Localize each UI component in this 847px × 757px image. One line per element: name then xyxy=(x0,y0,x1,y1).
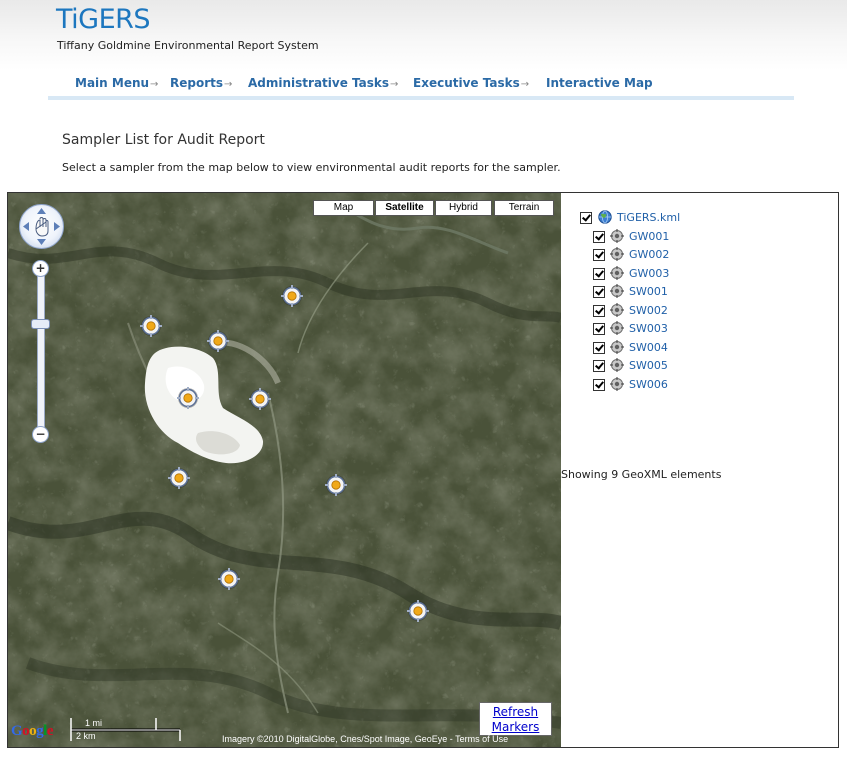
placemark-icon xyxy=(610,284,624,298)
zoom-in-button[interactable]: + xyxy=(32,260,49,277)
tree-root-label[interactable]: TiGERS.kml xyxy=(617,211,680,224)
pan-arrows-icon xyxy=(23,208,60,245)
zoom-slider-thumb[interactable] xyxy=(31,319,50,329)
sampler-marker[interactable] xyxy=(206,329,230,353)
sampler-marker[interactable] xyxy=(217,567,241,591)
refresh-line-2: Markers xyxy=(491,720,540,734)
sampler-marker-icon xyxy=(249,388,271,410)
sampler-marker[interactable] xyxy=(280,284,304,308)
placemark-icon xyxy=(610,377,624,391)
tree-item-checkbox[interactable] xyxy=(593,305,605,317)
nav-reports[interactable]: Reports→ xyxy=(170,76,232,90)
nav-arrow-icon: → xyxy=(390,79,399,90)
tree-item-checkbox[interactable] xyxy=(593,323,605,335)
tree-item-checkbox[interactable] xyxy=(593,360,605,372)
zoom-slider-track[interactable] xyxy=(37,263,45,437)
sampler-marker[interactable] xyxy=(324,473,348,497)
sampler-marker-icon xyxy=(207,330,229,352)
tree-item-checkbox[interactable] xyxy=(593,286,605,298)
refresh-line-1: Refresh xyxy=(492,705,539,719)
placemark-icon xyxy=(610,340,624,354)
map-panel: Map Satellite Hybrid Terrain + − Refresh… xyxy=(7,192,839,748)
sampler-marker[interactable] xyxy=(167,466,191,490)
nav-arrow-icon: → xyxy=(150,79,159,90)
tree-item-label[interactable]: SW004 xyxy=(629,341,668,354)
placemark-icon xyxy=(610,358,624,372)
sampler-marker[interactable] xyxy=(406,599,430,623)
sampler-marker-icon xyxy=(168,467,190,489)
logo-letter: e xyxy=(46,723,54,739)
page-title: Sampler List for Audit Report xyxy=(62,132,265,148)
placemark-icon xyxy=(610,303,624,317)
sampler-marker-icon xyxy=(140,315,162,337)
satellite-imagery xyxy=(8,193,561,747)
sampler-marker-icon xyxy=(281,285,303,307)
sampler-marker-icon xyxy=(218,568,240,590)
sampler-marker[interactable] xyxy=(176,386,200,410)
tree-item-checkbox[interactable] xyxy=(593,268,605,280)
page: TiGERS Tiffany Goldmine Environmental Re… xyxy=(0,0,847,757)
scale-km-label: 2 km xyxy=(76,731,96,741)
nav-arrow-icon: → xyxy=(520,79,530,90)
placemark-icon xyxy=(610,266,624,280)
map-type-hybrid-button[interactable]: Hybrid xyxy=(435,200,492,216)
tree-root-checkbox[interactable] xyxy=(580,212,592,224)
nav-label: Main Menu xyxy=(75,76,150,90)
nav-arrow-icon: → xyxy=(224,79,233,90)
nav-label: Executive Tasks xyxy=(413,76,520,90)
sampler-marker[interactable] xyxy=(139,314,163,338)
tree-item-label[interactable]: SW006 xyxy=(629,378,668,391)
logo-letter: G xyxy=(11,723,23,739)
tree-item-label[interactable]: SW001 xyxy=(629,285,668,298)
geoxml-status: Showing 9 GeoXML elements xyxy=(561,468,722,481)
map-type-satellite-button[interactable]: Satellite xyxy=(375,200,434,216)
sampler-marker-icon xyxy=(407,600,429,622)
tree-item-label[interactable]: GW001 xyxy=(629,230,669,243)
zoom-out-button[interactable]: − xyxy=(32,426,49,443)
refresh-markers-box: Refresh Markers xyxy=(479,702,552,736)
tree-item-label[interactable]: SW005 xyxy=(629,359,668,372)
nav-label: Administrative Tasks xyxy=(248,76,390,90)
globe-icon xyxy=(598,210,612,224)
satellite-map[interactable]: Map Satellite Hybrid Terrain + − Refresh… xyxy=(8,193,561,747)
nav-executive-tasks[interactable]: Executive Tasks→ xyxy=(413,76,529,90)
google-logo[interactable]: Google xyxy=(11,723,54,740)
tree-item-label[interactable]: GW003 xyxy=(629,267,669,280)
nav-interactive-map[interactable]: Interactive Map xyxy=(546,76,653,90)
placemark-icon xyxy=(610,229,624,243)
app-subtitle: Tiffany Goldmine Environmental Report Sy… xyxy=(57,39,319,52)
refresh-markers-link[interactable]: Refresh Markers xyxy=(492,705,540,734)
app-logo[interactable]: TiGERS xyxy=(56,4,151,35)
tree-item-label[interactable]: GW002 xyxy=(629,248,669,261)
nav-administrative-tasks[interactable]: Administrative Tasks→ xyxy=(248,76,398,90)
nav-main-menu[interactable]: Main Menu→ xyxy=(75,76,158,90)
map-scale: 1 mi 2 km xyxy=(70,718,182,742)
nav-label: Reports xyxy=(170,76,224,90)
main-nav: Main Menu→ Reports→ Administrative Tasks… xyxy=(48,72,794,100)
map-copyright[interactable]: Imagery ©2010 DigitalGlobe, Cnes/Spot Im… xyxy=(222,734,508,744)
nav-label: Interactive Map xyxy=(546,76,653,90)
placemark-icon xyxy=(610,321,624,335)
placemark-icon xyxy=(610,247,624,261)
tree-item-label[interactable]: SW002 xyxy=(629,304,668,317)
sampler-marker-icon xyxy=(325,474,347,496)
tree-item-checkbox[interactable] xyxy=(593,379,605,391)
tree-item-checkbox[interactable] xyxy=(593,231,605,243)
scale-miles-label: 1 mi xyxy=(85,718,103,728)
sampler-marker-icon xyxy=(177,387,199,409)
pan-control[interactable] xyxy=(19,204,64,249)
page-description: Select a sampler from the map below to v… xyxy=(62,161,561,174)
tree-item-checkbox[interactable] xyxy=(593,249,605,261)
tree-item-checkbox[interactable] xyxy=(593,342,605,354)
tree-item-label[interactable]: SW003 xyxy=(629,322,668,335)
map-type-terrain-button[interactable]: Terrain xyxy=(494,200,554,216)
map-type-map-button[interactable]: Map xyxy=(313,200,374,216)
sampler-marker[interactable] xyxy=(248,387,272,411)
